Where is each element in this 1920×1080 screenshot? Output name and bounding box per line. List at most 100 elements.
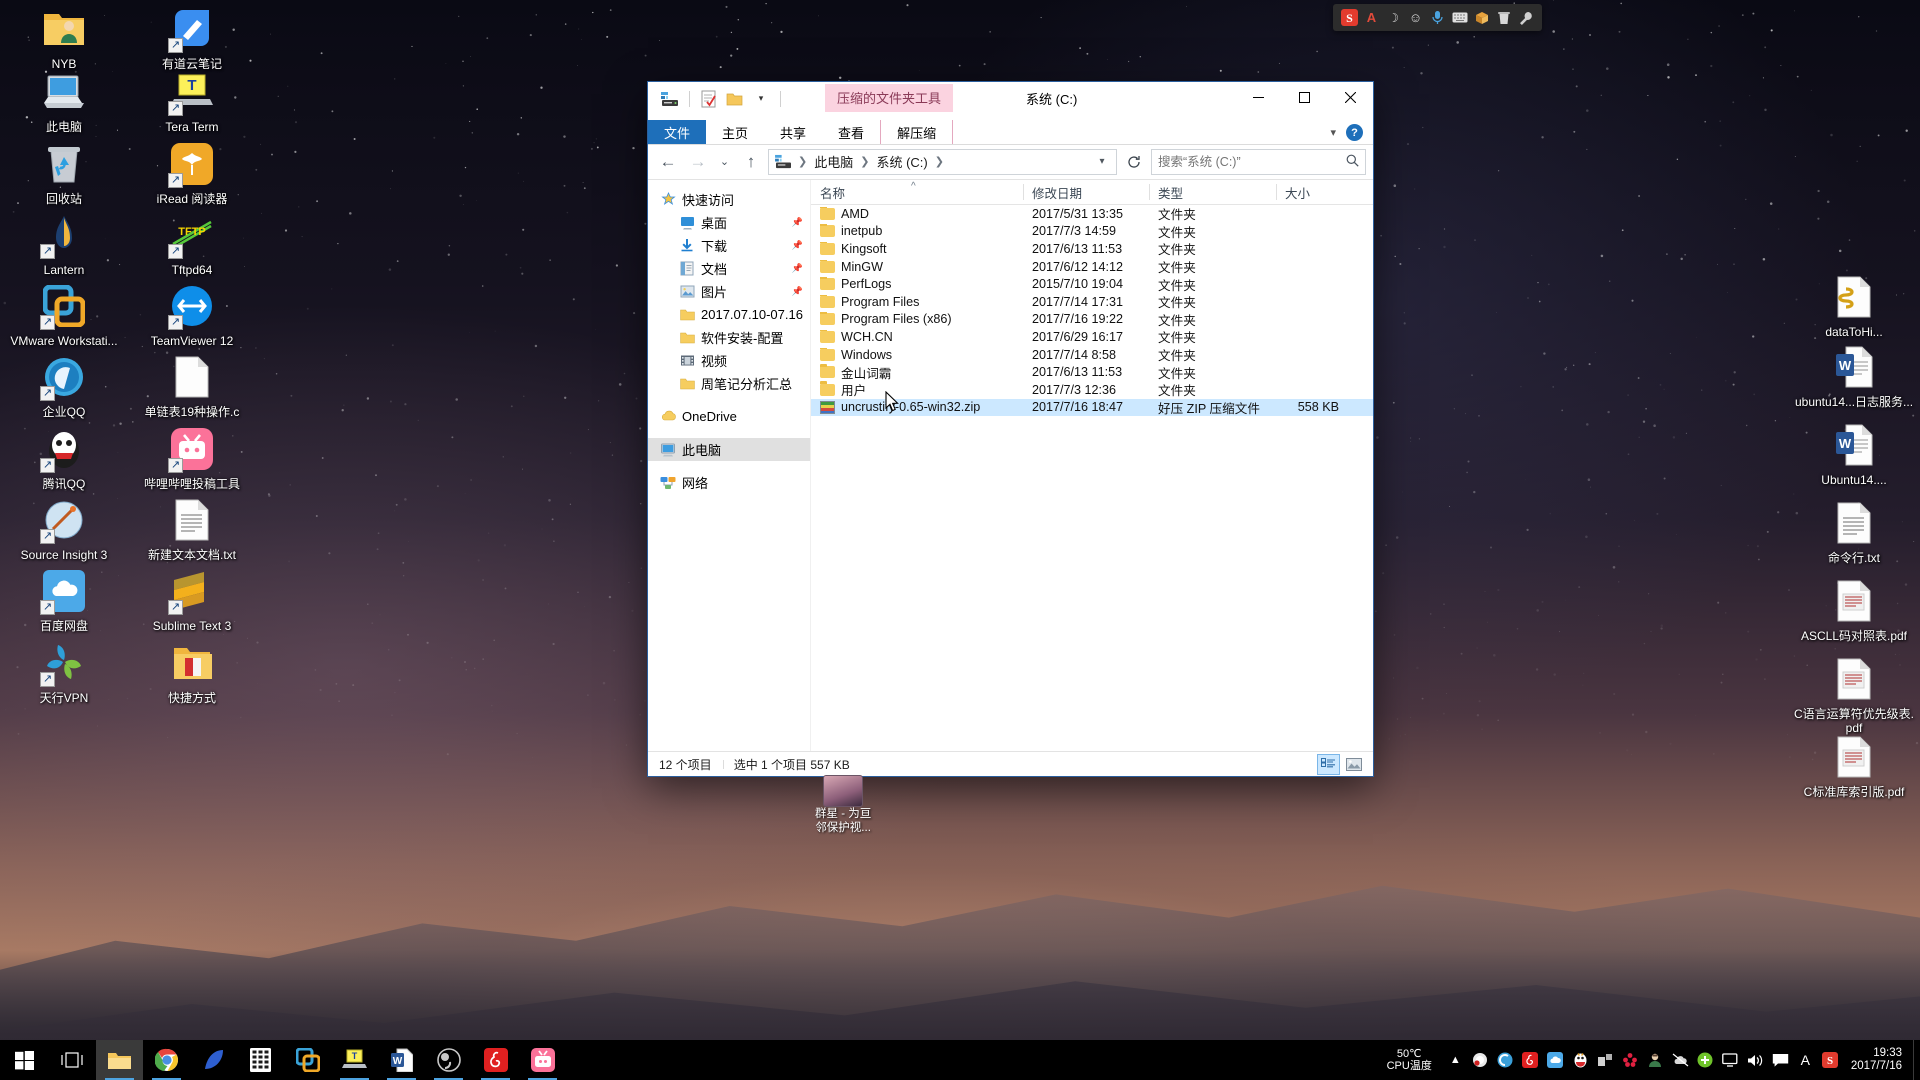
taskbar-clock[interactable]: 19:33 2017/7/16 <box>1845 1047 1913 1074</box>
desktop-icon-tftpd64[interactable]: TFTP Tftpd64 <box>128 206 256 281</box>
taskbar-app-netease-music[interactable] <box>472 1040 519 1080</box>
sogou-logo-icon[interactable]: S <box>1340 8 1359 27</box>
desktop-icon-script-file[interactable]: dataToHi... <box>1790 268 1918 343</box>
file-name-cell[interactable]: Kingsoft <box>811 241 1023 256</box>
cpu-temperature-indicator[interactable]: 50℃ CPU温度 <box>1378 1048 1441 1073</box>
table-row[interactable]: inetpub 2017/7/3 14:59 文件夹 <box>811 223 1373 241</box>
nav-item-onedrive-icon-9[interactable]: OneDrive <box>648 405 810 428</box>
desktop-icon-recycle-bin[interactable]: 回收站 <box>0 135 128 210</box>
file-name-cell[interactable]: 金山词霸 <box>811 363 1023 382</box>
cloud-icon[interactable] <box>1669 1040 1692 1080</box>
file-name-cell[interactable]: AMD <box>811 206 1023 221</box>
search-input[interactable] <box>1158 154 1342 169</box>
nav-item-videos-icon-7[interactable]: 视频 <box>648 349 810 372</box>
taskbar-app-chrome[interactable] <box>143 1040 190 1080</box>
desktop-icon-text-file[interactable]: 新建文本文档.txt <box>128 491 256 566</box>
desktop-icon-c-source-file[interactable]: 单链表19种操作.c <box>128 348 256 423</box>
navigation-pane[interactable]: 快速访问 桌面 📌 下载 📌 文档 📌 图片 📌 2017.07.10-07.16 软件安装-配置视… <box>648 180 811 751</box>
table-row[interactable]: Program Files 2017/7/14 17:31 文件夹 <box>811 293 1373 311</box>
file-name-cell[interactable]: inetpub <box>811 224 1023 238</box>
nav-item-pictures-icon-4[interactable]: 图片 📌 <box>648 280 810 303</box>
display-icon[interactable] <box>1719 1040 1742 1080</box>
wrench-icon[interactable] <box>1516 8 1535 27</box>
ribbon-right-controls[interactable]: ▾ ? <box>1330 120 1369 145</box>
nav-item-star-pin-icon-0[interactable]: 快速访问 <box>648 188 810 211</box>
app-icon[interactable] <box>1594 1040 1617 1080</box>
ime-a-icon[interactable]: A <box>1794 1040 1817 1080</box>
desktop-icon-word-doc[interactable]: W Ubuntu14.... <box>1790 416 1918 491</box>
pin-icon[interactable]: 📌 <box>792 217 803 228</box>
file-name-cell[interactable]: WCH.CN <box>811 329 1023 344</box>
desktop-icon-text-file[interactable]: 命令行.txt <box>1790 494 1918 569</box>
taskbar-app-file-explorer[interactable] <box>96 1040 143 1080</box>
start-button[interactable] <box>0 1040 48 1080</box>
taskbar-app-buttons[interactable]: TW <box>96 1040 566 1080</box>
taskbar-app-wireshark[interactable] <box>190 1040 237 1080</box>
taskbar-app-bilibili[interactable] <box>519 1040 566 1080</box>
task-view-button[interactable] <box>48 1040 96 1080</box>
ribbon-tab-share[interactable]: 共享 <box>764 120 822 145</box>
file-rows-container[interactable]: AMD 2017/5/31 13:35 文件夹 inetpub 2017/7/3 14:… <box>811 205 1373 751</box>
flower-icon[interactable] <box>1619 1040 1642 1080</box>
desktop-icon-tencent-qq[interactable]: 腾讯QQ <box>0 420 128 495</box>
desktop-icon-pdf-file[interactable]: ASCLL码对照表.pdf <box>1790 572 1918 647</box>
action-center-icon[interactable] <box>1769 1040 1792 1080</box>
help-icon[interactable]: ? <box>1346 124 1363 141</box>
antivirus-icon[interactable] <box>1469 1040 1492 1080</box>
desktop-icon-pdf-file[interactable]: C标准库索引版.pdf <box>1790 728 1918 803</box>
desktop-icon-tianxing-vpn[interactable]: 天行VPN <box>0 634 128 709</box>
chevron-down-icon[interactable]: ▾ <box>1330 126 1336 139</box>
table-row[interactable]: 金山词霸 2017/6/13 11:53 文件夹 <box>811 363 1373 381</box>
netease-music-icon[interactable] <box>1519 1040 1542 1080</box>
column-header-row[interactable]: 名称 ^ 修改日期 类型 大小 <box>811 180 1373 205</box>
forward-button[interactable]: → <box>685 149 711 175</box>
nav-item-network-icon-11[interactable]: 网络 <box>648 471 810 494</box>
desktop-icon-teamviewer[interactable]: TeamViewer 12 <box>128 277 256 352</box>
pin-icon[interactable]: 📌 <box>792 286 803 297</box>
table-row[interactable]: WCH.CN 2017/6/29 16:17 文件夹 <box>811 328 1373 346</box>
breadcrumb-bar[interactable]: ❯ 此电脑 ❯ 系统 (C:) ❯ ▾ <box>768 148 1117 175</box>
large-icons-view-button[interactable] <box>1342 754 1365 775</box>
column-header-size[interactable]: 大小 <box>1276 180 1350 204</box>
table-row[interactable]: AMD 2017/5/31 13:35 文件夹 <box>811 205 1373 223</box>
chevron-up-icon[interactable]: ▲ <box>1444 1040 1467 1080</box>
table-row[interactable]: Program Files (x86) 2017/7/16 19:22 文件夹 <box>811 311 1373 329</box>
trash-icon[interactable] <box>1494 8 1513 27</box>
a-letter-icon[interactable]: A <box>1362 8 1381 27</box>
minimize-button[interactable] <box>1235 82 1281 112</box>
nav-item-folder-icon-5[interactable]: 2017.07.10-07.16 <box>648 303 810 326</box>
search-icon[interactable] <box>1346 154 1359 170</box>
table-row[interactable]: Kingsoft 2017/6/13 11:53 文件夹 <box>811 240 1373 258</box>
desktop-icon-word-doc[interactable]: Wubuntu14...日志服务... <box>1790 338 1918 413</box>
mic-icon[interactable] <box>1428 8 1447 27</box>
window-controls[interactable] <box>1235 82 1373 112</box>
smiley-icon[interactable]: ☺ <box>1406 8 1425 27</box>
box-icon[interactable] <box>1472 8 1491 27</box>
sogou-ime-floating-toolbar[interactable]: S A ☽ ☺ <box>1333 4 1542 31</box>
column-header-type[interactable]: 类型 <box>1149 180 1276 204</box>
nav-item-desktop-icon-1[interactable]: 桌面 📌 <box>648 211 810 234</box>
breadcrumb-dropdown-icon[interactable]: ▾ <box>1092 150 1112 174</box>
properties-icon[interactable] <box>699 89 719 108</box>
contact-icon[interactable] <box>1644 1040 1667 1080</box>
file-name-cell[interactable]: 用户 <box>811 380 1023 399</box>
window-titlebar[interactable]: ▾ 压缩的文件夹工具 系统 (C:) <box>648 82 1373 120</box>
new-folder-icon[interactable] <box>725 89 745 108</box>
taskbar-app-calculator[interactable] <box>237 1040 284 1080</box>
sogou-ime-icon[interactable]: S <box>1819 1040 1842 1080</box>
taskbar-app-word[interactable]: W <box>378 1040 425 1080</box>
breadcrumb-separator-1[interactable]: ❯ <box>859 155 870 168</box>
column-header-date[interactable]: 修改日期 <box>1023 180 1149 204</box>
qq-icon[interactable] <box>1569 1040 1592 1080</box>
ribbon-tab-file[interactable]: 文件 <box>648 120 707 145</box>
desktop-icon-bilibili-upload[interactable]: 哔哩哔哩投稿工具 <box>128 420 256 495</box>
music-widget[interactable]: 群星 - 为亘 邻保护视... <box>815 775 871 835</box>
table-row[interactable]: uncrustify-0.65-win32.zip 2017/7/16 18:47… <box>811 398 1373 417</box>
keyboard-icon[interactable] <box>1450 8 1469 27</box>
desktop-icon-this-pc[interactable]: 此电脑 <box>0 63 128 138</box>
breadcrumb-separator-0[interactable]: ❯ <box>797 155 808 168</box>
up-button[interactable]: ↑ <box>738 149 764 175</box>
nav-item-this-pc-icon-10[interactable]: 此电脑 <box>648 438 810 461</box>
file-name-cell[interactable]: Windows <box>811 347 1023 362</box>
address-bar[interactable]: ← → ⌄ ↑ ❯ 此电脑 ❯ 系统 (C:) ❯ ▾ <box>648 145 1373 179</box>
